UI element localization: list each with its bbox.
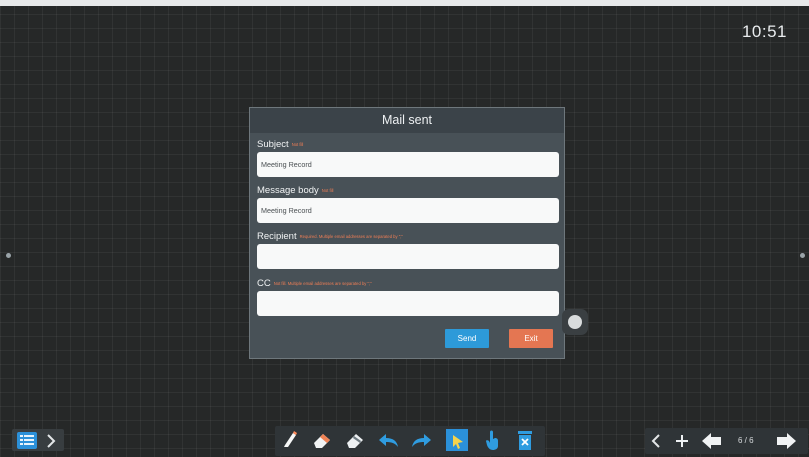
recipient-note: Required. Multiple email addresses are s… [299, 233, 403, 239]
floating-ball[interactable] [562, 309, 588, 335]
message-body-note: Not fill [321, 187, 334, 193]
message-body-label: Message body Not fill [257, 185, 333, 196]
chevron-right-icon[interactable] [45, 433, 57, 449]
next-page-arrow-icon[interactable] [775, 431, 797, 451]
right-edge-handle[interactable] [800, 253, 805, 258]
add-page-icon[interactable] [675, 434, 689, 448]
hand-icon[interactable] [483, 428, 503, 452]
cc-label: CC Not fill. Multiple email addresses are… [257, 278, 372, 289]
dialog-title: Mail sent [250, 108, 564, 133]
redo-icon[interactable] [410, 431, 432, 449]
left-edge-handle[interactable] [6, 253, 11, 258]
subject-label: Subject Not fill [257, 139, 303, 150]
subject-input[interactable]: Meeting Record [257, 152, 559, 177]
eraser-icon[interactable] [311, 430, 333, 450]
previous-page-arrow-icon[interactable] [701, 431, 723, 451]
previous-page-chevron-icon[interactable] [650, 433, 662, 449]
top-strip [0, 0, 809, 6]
undo-icon[interactable] [378, 431, 400, 449]
recipient-label: Recipient Required. Multiple email addres… [257, 231, 403, 242]
send-button[interactable]: Send [445, 329, 489, 348]
message-body-input[interactable]: Meeting Record [257, 198, 559, 223]
clear-eraser-icon[interactable] [344, 430, 366, 450]
recipient-label-text: Recipient [257, 231, 297, 242]
subject-note: Not fill [291, 141, 304, 147]
clock: 10:51 [741, 22, 787, 41]
pen-icon[interactable] [281, 429, 299, 449]
page-indicator: 6 / 6 [738, 436, 754, 445]
floating-ball-dot [568, 315, 582, 329]
subject-label-text: Subject [257, 139, 289, 150]
mail-dialog: Mail sent Subject Not fill Meeting Record… [249, 107, 565, 359]
recipient-input[interactable] [257, 244, 559, 269]
cc-note: Not fill. Multiple email addresses are s… [273, 280, 372, 286]
exit-button[interactable]: Exit [509, 329, 553, 348]
delete-icon[interactable] [516, 429, 534, 451]
menu-icon[interactable] [16, 431, 40, 451]
message-body-label-text: Message body [257, 185, 319, 196]
select-icon[interactable] [445, 428, 469, 452]
cc-label-text: CC [257, 278, 271, 289]
cc-input[interactable] [257, 291, 559, 316]
